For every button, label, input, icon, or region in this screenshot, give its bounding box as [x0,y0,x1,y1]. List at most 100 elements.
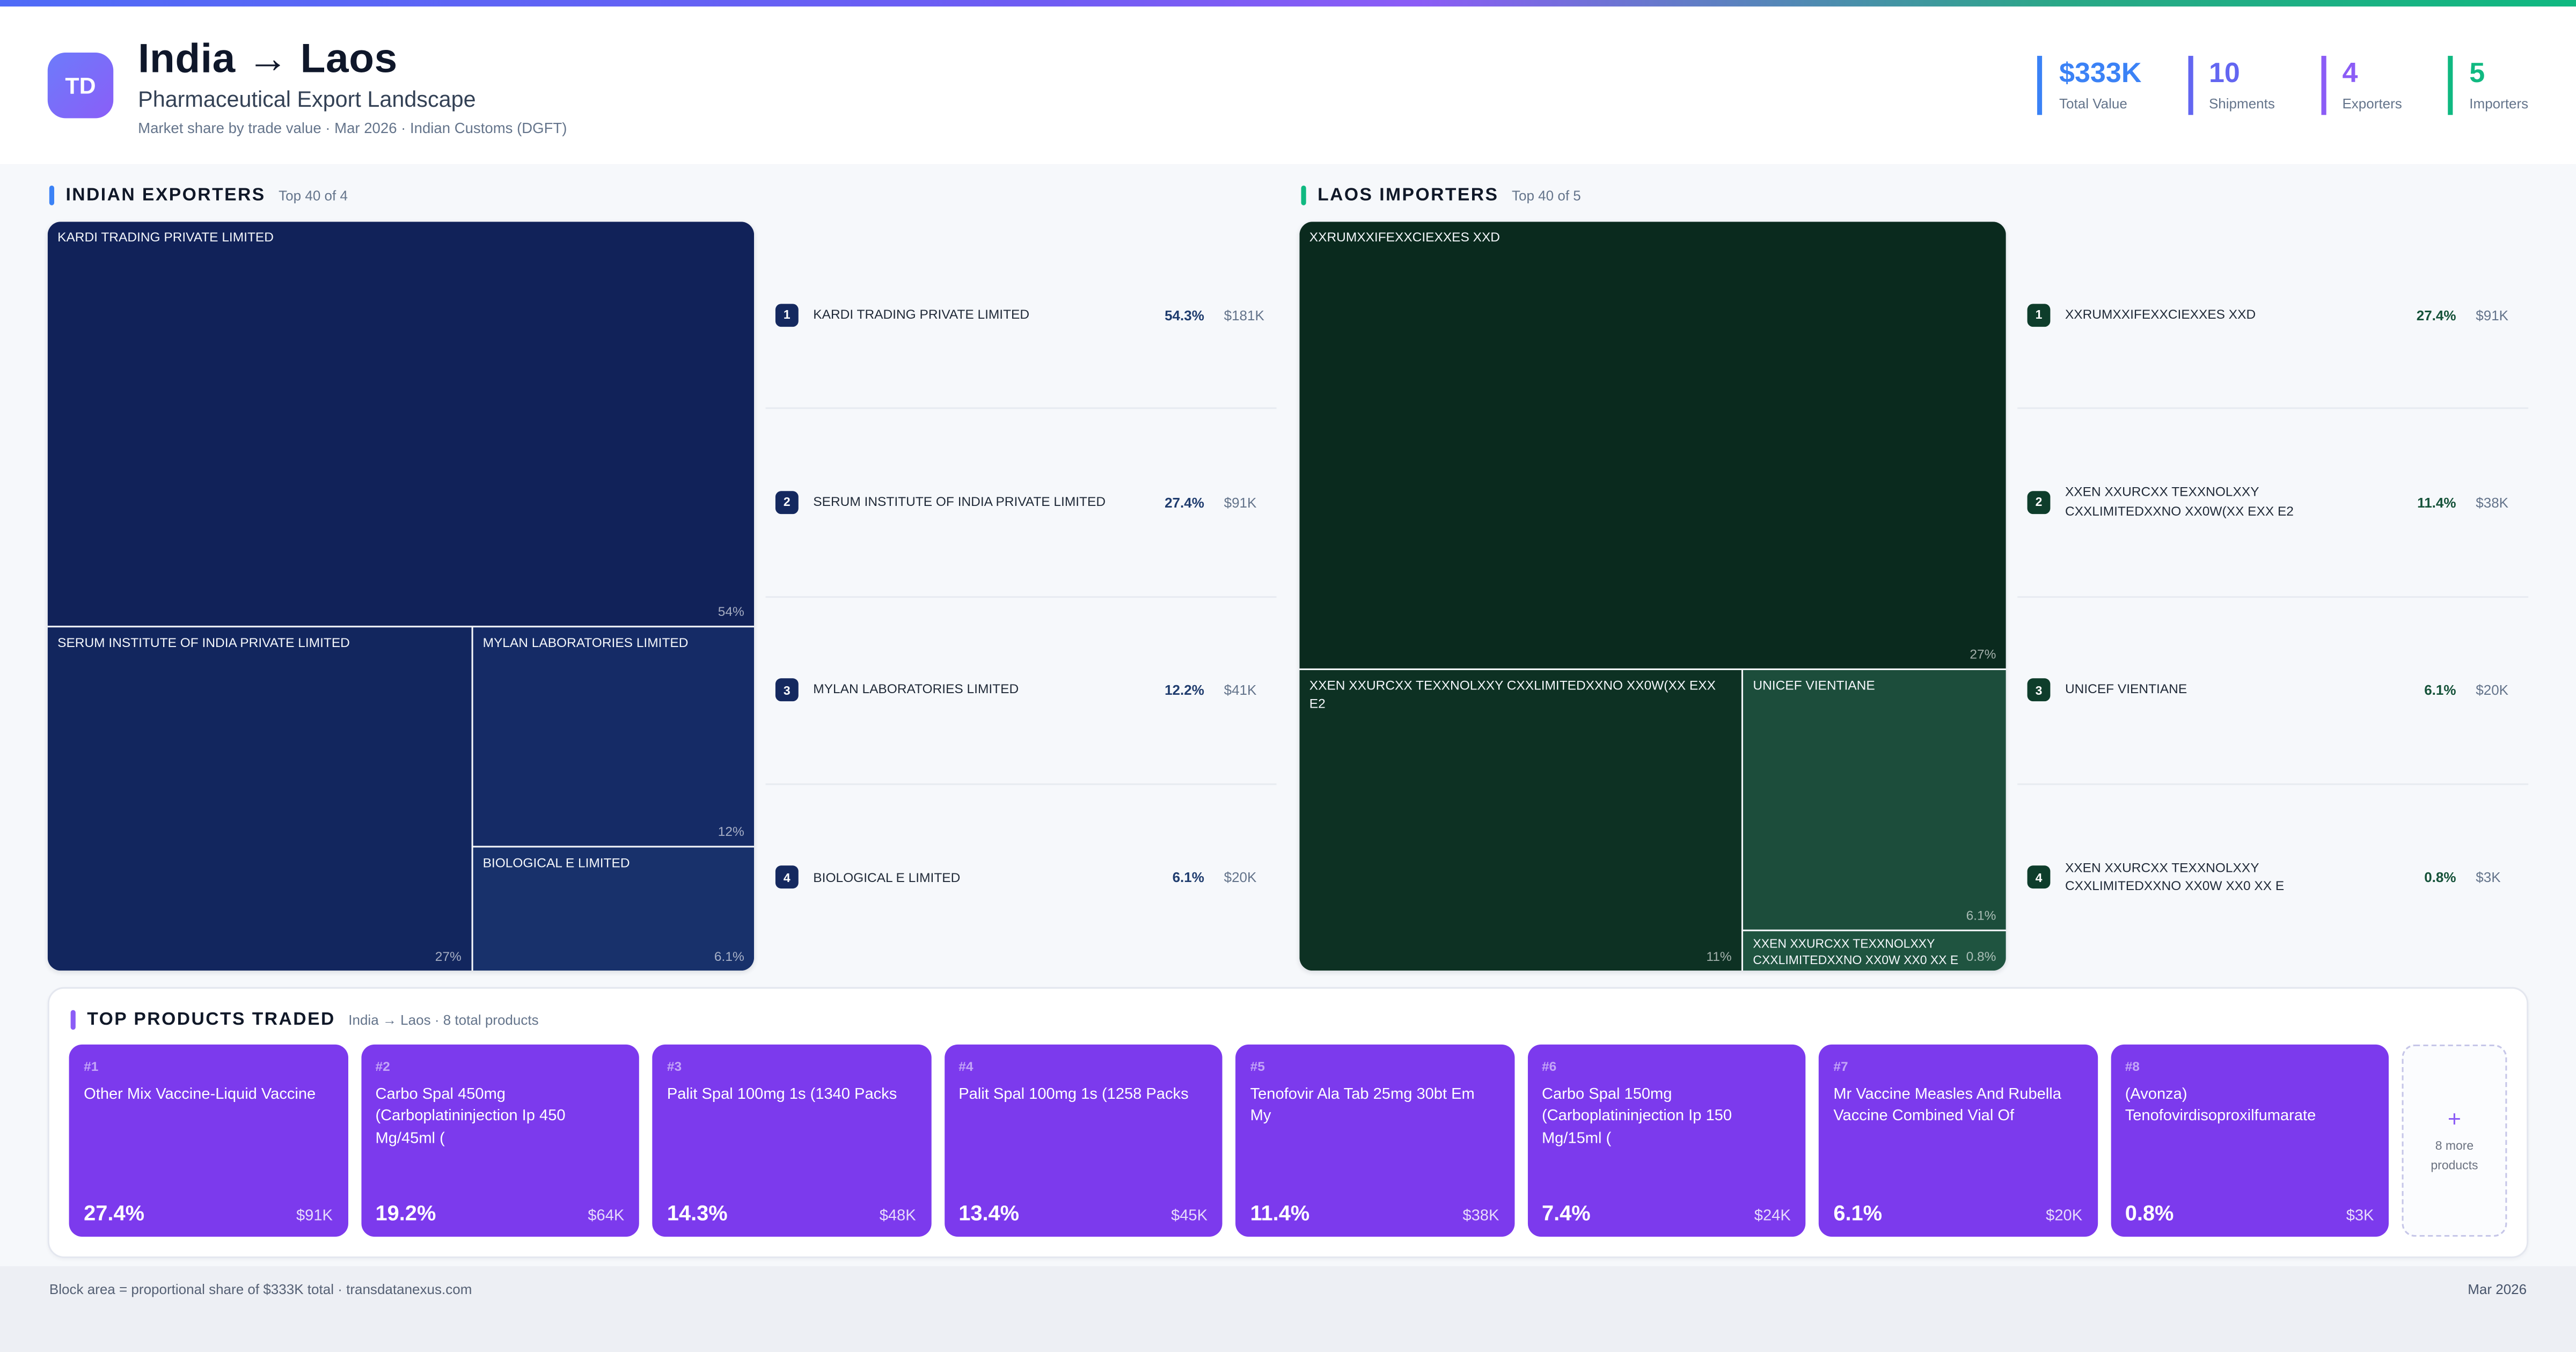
share-pct: 11.4% [2417,494,2456,511]
treemap-block-label: BIOLOGICAL E LIMITED [482,856,630,871]
share-pct: 27.4% [2416,306,2456,323]
treemap-block-pct: 11% [1706,949,1732,964]
app-logo: TD [47,52,114,119]
rank-badge: 2 [775,490,799,514]
product-card[interactable]: #1 Other Mix Vaccine-Liquid Vaccine 27.4… [69,1044,348,1237]
share-pct: 12.2% [1165,681,1204,699]
treemap-block-label: XXEN XXURCXX TEXXNOLXXY CXXLIMITEDXXNO X… [1753,936,1959,968]
trade-value: $20K [2476,681,2509,699]
share-pct: 27.4% [1165,494,1204,511]
product-pct: 6.1% [1833,1200,1883,1225]
treemap-block-label: XXRUMXXIFEXXCIEXXES XXD [1309,230,1500,245]
company-name: SERUM INSTITUTE OF INDIA PRIVATE LIMITED [813,494,1106,510]
stat-shipments: 10 Shipments [2187,56,2275,115]
product-card[interactable]: #4 Palit Spal 100mg 1s (1258 Packs 13.4%… [943,1044,1223,1237]
product-value: $24K [1754,1207,1791,1225]
product-card[interactable]: #2 Carbo Spal 450mg (Carboplatininjectio… [360,1044,639,1237]
product-rank: #6 [1541,1059,1557,1075]
trade-value: $3K [2476,869,2501,886]
treemap-block-pct: 0.8% [1966,949,1996,964]
rank-badge: 3 [2027,678,2051,702]
company-name: KARDI TRADING PRIVATE LIMITED [813,306,1030,322]
product-rank: #7 [1833,1059,1848,1075]
product-card[interactable]: #8 (Avonza) Tenofovirdisoproxilfumarate … [2110,1044,2389,1237]
treemap-block[interactable]: SERUM INSTITUTE OF INDIA PRIVATE LIMITED… [47,627,472,971]
product-value: $3K [2346,1207,2374,1225]
product-value: $45K [1171,1207,1208,1225]
stat-total-value: $333K Total Value [2038,56,2141,115]
list-item[interactable]: 2 XXEN XXURCXX TEXXNOLXXY CXXLIMITEDXXNO… [2017,407,2529,596]
treemap-block[interactable]: MYLAN LABORATORIES LIMITED 12% [473,627,755,847]
product-name: Tenofovir Ala Tab 25mg 30bt Em My [1250,1085,1475,1126]
list-item[interactable]: 1 XXRUMXXIFEXXCIEXXES XXD 27.4% $91K [2017,222,2528,408]
main-content: INDIAN EXPORTERS Top 40 of 4 KARDI TRADI… [0,164,2576,1267]
footer: Block area = proportional share of $333K… [0,1266,2576,1298]
share-pct: 6.1% [1172,869,1204,886]
stat-importers: 5 Importers [2448,56,2528,115]
rank-badge: 4 [775,866,799,890]
header-titles: India → Laos Pharmaceutical Export Lands… [138,35,567,136]
product-rank: #2 [375,1059,390,1075]
stat-label: Total Value [2059,95,2127,112]
product-pct: 14.3% [667,1200,728,1225]
importers-treemap: XXRUMXXIFEXXCIEXXES XXD 27% XXEN XXURCXX… [1299,222,2006,971]
treemap-block[interactable]: XXRUMXXIFEXXCIEXXES XXD 27% [1299,222,2006,669]
panel-indian-exporters: INDIAN EXPORTERS Top 40 of 4 KARDI TRADI… [47,181,1277,971]
section-title: TOP PRODUCTS TRADED [87,1009,335,1029]
section-title: INDIAN EXPORTERS [65,185,266,205]
treemap-block-label: SERUM INSTITUTE OF INDIA PRIVATE LIMITED [57,636,350,651]
product-rank: #4 [958,1059,974,1075]
header: TD India → Laos Pharmaceutical Export La… [0,6,2576,165]
product-card[interactable]: #7 Mr Vaccine Measles And Rubella Vaccin… [1818,1044,2097,1237]
header-stats: $333K Total Value 10 Shipments 4 Exporte… [2038,56,2528,115]
rank-badge: 4 [2027,866,2051,890]
product-card[interactable]: #5 Tenofovir Ala Tab 25mg 30bt Em My 11.… [1235,1044,1514,1237]
treemap-block[interactable]: XXEN XXURCXX TEXXNOLXXY CXXLIMITEDXXNO X… [1299,670,1741,971]
list-item[interactable]: 4 XXEN XXURCXX TEXXNOLXXY CXXLIMITEDXXNO… [2017,783,2529,971]
section-accent-bar [49,185,55,205]
company-name: UNICEF VIENTIANE [2065,682,2187,697]
product-rank: #1 [84,1059,99,1075]
treemap-block[interactable]: KARDI TRADING PRIVATE LIMITED 54% [47,222,755,626]
products-section-header: TOP PRODUCTS TRADED India → Laos · 8 tot… [70,1009,2507,1030]
product-pct: 7.4% [1541,1200,1591,1225]
product-name: Carbo Spal 150mg (Carboplatininjection I… [1541,1085,1732,1148]
product-card[interactable]: #6 Carbo Spal 150mg (Carboplatininjectio… [1527,1044,1806,1237]
product-pct: 0.8% [2125,1200,2174,1225]
treemap-block[interactable]: UNICEF VIENTIANE 6.1% [1743,670,2006,930]
list-item[interactable]: 4 BIOLOGICAL E LIMITED 6.1% $20K [765,783,1277,971]
product-rank: #5 [1250,1059,1265,1075]
stat-value: 10 [2208,57,2240,89]
rank-badge: 3 [775,678,799,702]
product-card[interactable]: #3 Palit Spal 100mg 1s (1340 Packs 14.3%… [652,1044,931,1237]
product-value: $64K [588,1207,625,1225]
product-pct: 27.4% [84,1200,145,1225]
importers-rank-list: 1 XXRUMXXIFEXXCIEXXES XXD 27.4% $91K 2 X… [2017,222,2529,971]
product-name: Carbo Spal 450mg (Carboplatininjection I… [375,1085,566,1148]
list-item[interactable]: 3 MYLAN LABORATORIES LIMITED 12.2% $41K [765,595,1277,783]
section-subtitle: Top 40 of 5 [1511,186,1581,203]
product-rank: #3 [667,1059,682,1075]
stat-value: 5 [2469,57,2485,89]
treemap-block[interactable]: BIOLOGICAL E LIMITED 6.1% [473,848,755,971]
product-value: $91K [296,1207,333,1225]
treemap-block-pct: 6.1% [714,949,744,964]
list-item[interactable]: 2 SERUM INSTITUTE OF INDIA PRIVATE LIMIT… [765,407,1277,596]
footer-date: Mar 2026 [2468,1281,2527,1298]
product-name: Other Mix Vaccine-Liquid Vaccine [84,1085,316,1104]
list-item[interactable]: 1 KARDI TRADING PRIVATE LIMITED 54.3% $1… [766,222,1277,408]
product-value: $20K [2046,1207,2083,1225]
footer-note: Block area = proportional share of $333K… [49,1281,472,1298]
treemap-block-label: UNICEF VIENTIANE [1753,678,1875,694]
company-name: MYLAN LABORATORIES LIMITED [813,682,1019,697]
treemap-block-label: MYLAN LABORATORIES LIMITED [482,636,689,651]
more-products-card[interactable]: + 8 more products [2402,1044,2507,1237]
company-name: XXRUMXXIFEXXCIEXXES XXD [2065,306,2256,322]
importers-section-header: LAOS IMPORTERS Top 40 of 5 [1301,184,2528,205]
list-item[interactable]: 3 UNICEF VIENTIANE 6.1% $20K [2017,595,2529,783]
trade-value: $181K [1224,306,1264,323]
section-accent-bar [1301,185,1306,205]
treemap-block[interactable]: XXEN XXURCXX TEXXNOLXXY CXXLIMITEDXXNO X… [1743,931,2006,971]
product-pct: 11.4% [1250,1200,1310,1225]
exporters-treemap: KARDI TRADING PRIVATE LIMITED 54% SERUM … [47,222,755,971]
